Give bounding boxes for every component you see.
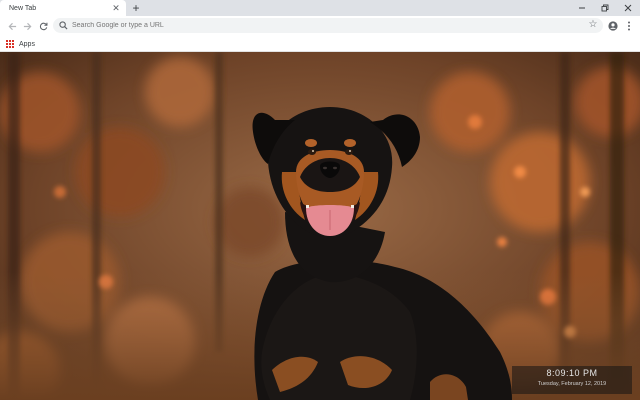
clock-widget: 8:09:10 PM Tuesday, February 12, 2019 — [512, 366, 632, 394]
restore-icon[interactable] — [593, 0, 617, 16]
toolbar: ☆ — [0, 16, 640, 36]
tab-new-tab[interactable]: New Tab ✕ — [0, 0, 126, 16]
tab-title: New Tab — [9, 4, 37, 12]
new-tab-page: 8:09:10 PM Tuesday, February 12, 2019 — [0, 52, 640, 400]
close-icon[interactable]: ✕ — [109, 1, 123, 15]
arrow-left-icon[interactable] — [5, 19, 19, 33]
search-input[interactable] — [72, 22, 603, 29]
more-vert-icon[interactable] — [622, 19, 636, 33]
account-icon[interactable] — [606, 19, 620, 33]
window-close-icon[interactable] — [616, 0, 640, 16]
arrow-right-icon[interactable] — [20, 19, 34, 33]
apps-shortcut[interactable]: Apps — [6, 38, 35, 50]
star-icon[interactable]: ☆ — [587, 18, 599, 30]
bookmarks-bar: Apps — [0, 36, 640, 52]
clock-time: 8:09:10 PM — [546, 368, 598, 378]
search-icon — [59, 21, 68, 30]
reload-icon[interactable] — [36, 19, 50, 33]
apps-grid-icon — [6, 40, 14, 48]
plus-icon[interactable]: + — [129, 1, 143, 15]
apps-label: Apps — [19, 40, 35, 48]
tab-strip: New Tab ✕ + — [0, 0, 640, 16]
omnibox[interactable] — [53, 18, 603, 33]
clock-date: Tuesday, February 12, 2019 — [537, 381, 607, 387]
minimize-icon[interactable] — [570, 0, 594, 16]
rottweiler-wallpaper — [0, 52, 640, 400]
